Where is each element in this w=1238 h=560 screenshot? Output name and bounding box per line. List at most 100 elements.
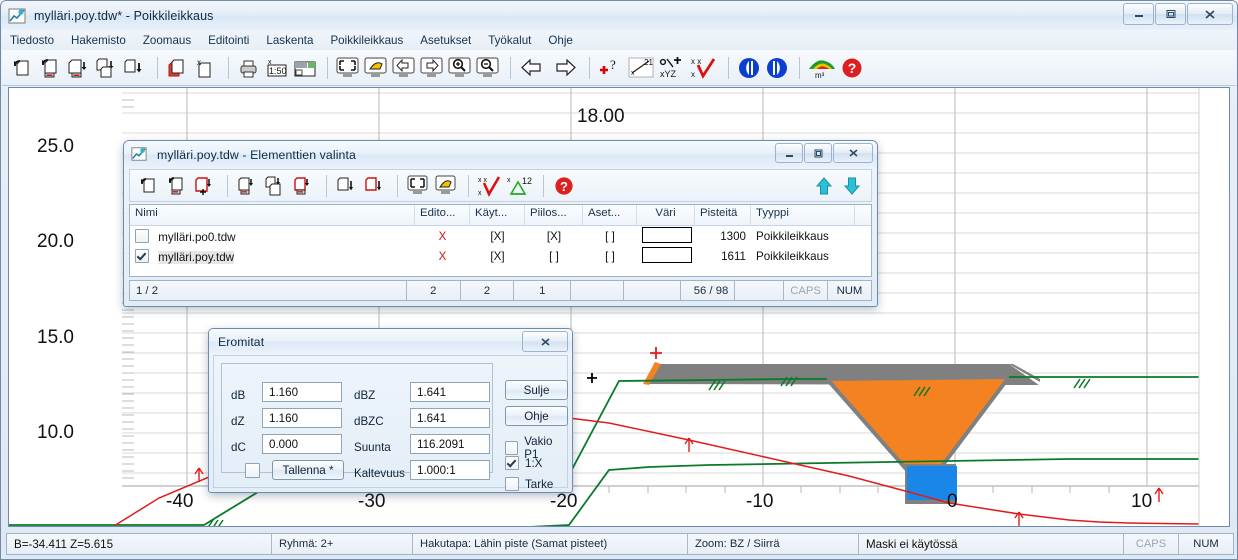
menu-item-laskenta[interactable]: Laskenta [266, 34, 313, 47]
row-color-swatch[interactable] [642, 246, 692, 263]
checkbox-1x[interactable]: 1:X [505, 456, 542, 470]
help-icon[interactable]: ? [839, 55, 865, 81]
open-element-disk-icon[interactable] [164, 173, 190, 199]
svg-text:x x: x x [478, 177, 487, 184]
export-element-icon[interactable] [291, 173, 317, 199]
add-point-icon[interactable]: ? [597, 55, 625, 81]
save-checkbox[interactable] [245, 463, 260, 478]
zoom-in-icon[interactable] [447, 55, 473, 81]
maximize-icon[interactable] [1155, 3, 1186, 25]
dialog-eromitat[interactable]: Eromitat dB 1.160 dZ 1.160 dC 0.000 Tall… [208, 328, 573, 493]
row-edit[interactable]: X [415, 250, 470, 263]
column-header-nimi[interactable]: Nimi [130, 205, 415, 225]
fit-screen-icon[interactable] [405, 173, 431, 199]
field-dz[interactable]: 1.160 [262, 408, 342, 428]
maximize-icon[interactable] [804, 143, 832, 163]
add-element-icon[interactable] [192, 173, 218, 199]
file-export-icon[interactable] [122, 55, 148, 81]
move-down-icon[interactable] [334, 173, 360, 199]
row-checkbox[interactable] [135, 228, 149, 243]
field-db[interactable]: 1.160 [262, 382, 342, 402]
row-use[interactable]: [X] [470, 250, 525, 263]
row-settings[interactable]: [ ] [583, 250, 637, 263]
column-header-aset[interactable]: Aset... [583, 205, 637, 225]
column-header-vari[interactable]: Väri [637, 205, 695, 225]
scale-1to50-icon[interactable]: 1:50 x [264, 55, 290, 81]
row-checkbox[interactable] [135, 248, 149, 263]
close-button[interactable]: Sulje [505, 380, 568, 400]
table-row[interactable]: mylläri.poy.tdw X [X] [ ] [ ] 1611 Poikk… [130, 246, 871, 266]
sort-up-arrow-icon[interactable] [811, 173, 837, 199]
sort-down-arrow-icon[interactable] [839, 173, 865, 199]
checkbox-box[interactable] [505, 441, 519, 455]
back-arrow-icon[interactable] [518, 55, 548, 81]
field-dbzc[interactable]: 1.641 [410, 408, 490, 428]
move-up-icon[interactable] [362, 173, 388, 199]
file-saveas-icon[interactable] [94, 55, 120, 81]
prev-section-icon[interactable] [736, 55, 762, 81]
elements-table[interactable]: Nimi Edito... Käyt... Piilos... Aset... … [129, 204, 872, 277]
check-points-icon[interactable]: x x x [689, 55, 719, 81]
checkbox-tarke[interactable]: Tarke [505, 477, 553, 491]
redraw-icon[interactable] [363, 55, 389, 81]
minimize-icon[interactable] [775, 143, 803, 163]
row-color-swatch[interactable] [642, 226, 692, 243]
field-dc[interactable]: 0.000 [262, 434, 342, 454]
file-save-icon[interactable] [66, 55, 92, 81]
row-use[interactable]: [X] [470, 230, 525, 243]
print-icon[interactable] [236, 55, 262, 81]
help-button[interactable]: Ohje [505, 406, 568, 426]
menu-item-poikkileikkaus[interactable]: Poikkileikkaus [330, 34, 403, 47]
checkbox-box[interactable] [505, 477, 519, 491]
saveas-element-icon[interactable] [263, 173, 289, 199]
file-open-from-disk-icon[interactable] [38, 55, 64, 81]
menu-item-tyokalut[interactable]: Työkalut [488, 34, 531, 47]
close-icon[interactable] [522, 331, 568, 352]
column-header-pisteita[interactable]: Pisteitä [695, 205, 751, 225]
page-setup-icon[interactable] [292, 55, 318, 81]
column-header-empty[interactable] [855, 205, 871, 225]
column-header-edito[interactable]: Edito... [415, 205, 470, 225]
column-header-tyyppi[interactable]: Tyyppi [751, 205, 855, 225]
row-settings[interactable]: [ ] [583, 230, 637, 243]
row-hide[interactable]: [ ] [525, 250, 583, 263]
fit-screen-icon[interactable] [335, 55, 361, 81]
table-row[interactable]: mylläri.po0.tdw X [X] [X] [ ] 1300 Poikk… [130, 226, 871, 246]
row-hide[interactable]: [X] [525, 230, 583, 243]
volume-m3-icon[interactable]: m³ [807, 55, 837, 81]
menu-item-zoomaus[interactable]: Zoomaus [143, 34, 191, 47]
dialog-elementtien-valinta[interactable]: mylläri.poy.tdw - Elementtien valinta x … [123, 140, 878, 307]
menu-item-tiedosto[interactable]: Tiedosto [10, 34, 54, 47]
next-section-icon[interactable] [764, 55, 790, 81]
row-edit[interactable]: X [415, 230, 470, 243]
field-suunta[interactable]: 116.2091 [410, 434, 490, 454]
check-points-icon[interactable]: x x x [476, 173, 504, 199]
xyz-tools-icon[interactable]: xYZ [657, 55, 687, 81]
triangulate-12-icon[interactable]: x 12 [506, 173, 534, 199]
menu-item-asetukset[interactable]: Asetukset [420, 34, 471, 47]
save-button[interactable]: Tallenna * [272, 460, 344, 480]
field-dbz[interactable]: 1.641 [410, 382, 490, 402]
column-header-piilos[interactable]: Piilos... [525, 205, 583, 225]
line-21-icon[interactable]: 21 x [627, 55, 655, 81]
checkbox-box[interactable] [505, 456, 519, 470]
close-icon[interactable] [1187, 3, 1233, 25]
menu-item-editointi[interactable]: Editointi [208, 34, 249, 47]
save-element-icon[interactable] [235, 173, 261, 199]
close-icon[interactable] [833, 143, 873, 163]
copy-icon[interactable] [165, 55, 191, 81]
zoom-out-icon[interactable] [475, 55, 501, 81]
menu-item-ohje[interactable]: Ohje [548, 34, 573, 47]
pan-right-icon[interactable] [419, 55, 445, 81]
minimize-icon[interactable] [1123, 3, 1154, 25]
new-blank-icon[interactable]: x [193, 55, 219, 81]
forward-arrow-icon[interactable] [550, 55, 580, 81]
help-icon[interactable]: ? [551, 173, 577, 199]
open-element-icon[interactable] [136, 173, 162, 199]
redraw-icon[interactable] [433, 173, 459, 199]
file-open-icon[interactable] [10, 55, 36, 81]
pan-left-icon[interactable] [391, 55, 417, 81]
field-kaltevuus[interactable]: 1.000:1 [410, 460, 490, 480]
column-header-kayt[interactable]: Käyt... [470, 205, 525, 225]
menu-item-hakemisto[interactable]: Hakemisto [71, 34, 126, 47]
